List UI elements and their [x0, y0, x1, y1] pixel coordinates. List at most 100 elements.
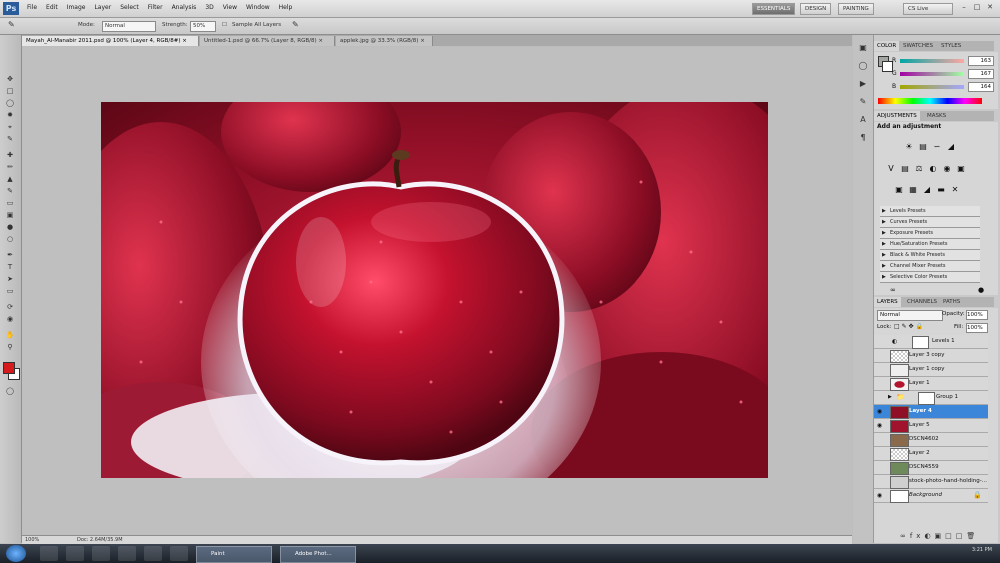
- visibility-off-icon[interactable]: [876, 436, 883, 443]
- levels-icon[interactable]: ▤: [918, 142, 928, 152]
- color-spectrum-ramp[interactable]: [878, 98, 982, 104]
- close-tab-icon[interactable]: ×: [420, 38, 425, 44]
- menu-file[interactable]: File: [27, 4, 37, 11]
- lasso-tool-icon[interactable]: ◯: [5, 99, 15, 107]
- pen-tool-icon[interactable]: ✒: [5, 251, 15, 259]
- black-white-icon[interactable]: ◐: [928, 164, 938, 174]
- layer-row[interactable]: Layer 1: [874, 377, 988, 391]
- start-button[interactable]: [6, 545, 26, 562]
- taskbar-media-icon[interactable]: [92, 546, 110, 561]
- doc-size[interactable]: Doc: 2.64M/35.9M: [77, 537, 123, 543]
- sample-all-checkbox[interactable]: ☐: [222, 22, 227, 28]
- preset-curves[interactable]: Curves Presets: [880, 217, 980, 228]
- visibility-off-icon[interactable]: [876, 352, 883, 359]
- color-balance-icon[interactable]: ⚖: [914, 164, 924, 174]
- menu-window[interactable]: Window: [246, 4, 270, 11]
- workspace-essentials-button[interactable]: ESSENTIALS: [752, 3, 796, 15]
- menu-3d[interactable]: 3D: [205, 4, 213, 11]
- dodge-tool-icon[interactable]: ○: [5, 235, 15, 243]
- type-tool-icon[interactable]: T: [5, 263, 15, 271]
- zoom-level[interactable]: 100%: [25, 537, 39, 543]
- menu-filter[interactable]: Filter: [148, 4, 163, 11]
- tab-mayah-psd[interactable]: Mayah_Al-Manabir 2011.psd @ 100% (Layer …: [22, 36, 199, 46]
- zoom-tool-icon[interactable]: ⚲: [5, 343, 15, 351]
- preset-hue-saturation[interactable]: Hue/Saturation Presets: [880, 239, 980, 250]
- visibility-off-icon[interactable]: [876, 394, 883, 401]
- opacity-field[interactable]: 100%: [966, 310, 988, 320]
- marquee-tool-icon[interactable]: □: [5, 87, 15, 95]
- menu-layer[interactable]: Layer: [94, 4, 111, 11]
- layer-row[interactable]: DSCN4602: [874, 433, 988, 447]
- quick-select-tool-icon[interactable]: ✸: [5, 111, 15, 119]
- brush-presets-icon[interactable]: ✎: [857, 97, 869, 107]
- vibrance-icon[interactable]: V: [886, 164, 896, 174]
- clip-to-layer-icon[interactable]: ∞: [890, 286, 896, 294]
- red-value[interactable]: 163: [968, 56, 994, 66]
- tab-layers[interactable]: LAYERS: [874, 297, 901, 307]
- fill-field[interactable]: 100%: [966, 323, 988, 333]
- preset-black-white[interactable]: Black & White Presets: [880, 250, 980, 261]
- eraser-tool-icon[interactable]: ▭: [5, 199, 15, 207]
- foreground-color-swatch[interactable]: [3, 362, 15, 374]
- quick-mask-icon[interactable]: ◯: [5, 387, 15, 395]
- curves-icon[interactable]: ∽: [932, 142, 942, 152]
- close-icon[interactable]: ✕: [984, 2, 996, 13]
- layer-row[interactable]: ◐ Levels 1: [874, 335, 988, 349]
- layer-row[interactable]: Layer 2: [874, 447, 988, 461]
- layer-row[interactable]: ◉ Background 🔒: [874, 489, 988, 503]
- healing-tool-icon[interactable]: ✚: [5, 151, 15, 159]
- workspace-design-button[interactable]: DESIGN: [800, 3, 832, 15]
- pressure-icon[interactable]: ✎: [292, 20, 299, 29]
- menu-select[interactable]: Select: [120, 4, 139, 11]
- history-brush-tool-icon[interactable]: ✎: [5, 187, 15, 195]
- layer-row[interactable]: Layer 1 copy: [874, 363, 988, 377]
- layer-row[interactable]: DSCN4559: [874, 461, 988, 475]
- layer-row[interactable]: Layer 3 copy: [874, 349, 988, 363]
- mini-bridge-icon[interactable]: ▣: [857, 43, 869, 53]
- tab-styles[interactable]: STYLES: [938, 41, 964, 51]
- eyedropper-tool-icon[interactable]: ✎: [5, 135, 15, 143]
- 3d-orbit-tool-icon[interactable]: ◉: [5, 315, 15, 323]
- layers-footer-icons[interactable]: ∞fx◐▣□□🗑: [900, 532, 979, 540]
- invert-icon[interactable]: ▣: [894, 185, 904, 195]
- taskbar-app-icon[interactable]: [118, 546, 136, 561]
- selective-color-icon[interactable]: ✕: [950, 185, 960, 195]
- preset-exposure[interactable]: Exposure Presets: [880, 228, 980, 239]
- exposure-icon[interactable]: ◢: [946, 142, 956, 152]
- blue-value[interactable]: 164: [968, 82, 994, 92]
- strength-field[interactable]: 50%: [190, 21, 216, 32]
- character-icon[interactable]: A: [857, 115, 869, 125]
- tool-preset-icon[interactable]: ✎: [8, 20, 15, 29]
- threshold-icon[interactable]: ◢: [922, 185, 932, 195]
- lock-icons[interactable]: □ ✎ ✥ 🔒: [894, 323, 923, 330]
- visibility-off-icon[interactable]: [876, 450, 883, 457]
- panel-options-icon[interactable]: ●: [978, 286, 984, 294]
- photo-filter-icon[interactable]: ◉: [942, 164, 952, 174]
- expand-group-icon[interactable]: ▶: [888, 394, 892, 400]
- taskbar-ie-icon[interactable]: [40, 546, 58, 561]
- visibility-off-icon[interactable]: [876, 338, 883, 345]
- green-value[interactable]: 167: [968, 69, 994, 79]
- crop-tool-icon[interactable]: ⌖: [5, 123, 15, 131]
- visibility-on-icon[interactable]: ◉: [876, 422, 883, 429]
- menu-help[interactable]: Help: [279, 4, 293, 11]
- taskbar-paint-task[interactable]: Paint: [196, 546, 272, 563]
- path-select-tool-icon[interactable]: ➤: [5, 275, 15, 283]
- minimize-icon[interactable]: –: [958, 2, 970, 13]
- preset-levels[interactable]: Levels Presets: [880, 206, 980, 217]
- taskbar-app2-icon[interactable]: [170, 546, 188, 561]
- preset-channel-mixer[interactable]: Channel Mixer Presets: [880, 261, 980, 272]
- brightness-contrast-icon[interactable]: ☀: [904, 142, 914, 152]
- brush-tool-icon[interactable]: ✏: [5, 163, 15, 171]
- posterize-icon[interactable]: ▦: [908, 185, 918, 195]
- channel-mixer-icon[interactable]: ▣: [956, 164, 966, 174]
- taskbar-photoshop-task[interactable]: Adobe Phot...: [280, 546, 356, 563]
- maximize-icon[interactable]: □: [971, 2, 983, 13]
- layer-row[interactable]: ▶ 📁 Group 1: [874, 391, 988, 405]
- blur-tool-icon[interactable]: ●: [5, 223, 15, 231]
- tab-swatches[interactable]: SWATCHES: [900, 41, 936, 51]
- shape-tool-icon[interactable]: ▭: [5, 287, 15, 295]
- blue-slider[interactable]: [900, 85, 964, 89]
- menu-edit[interactable]: Edit: [46, 4, 58, 11]
- visibility-off-icon[interactable]: [876, 380, 883, 387]
